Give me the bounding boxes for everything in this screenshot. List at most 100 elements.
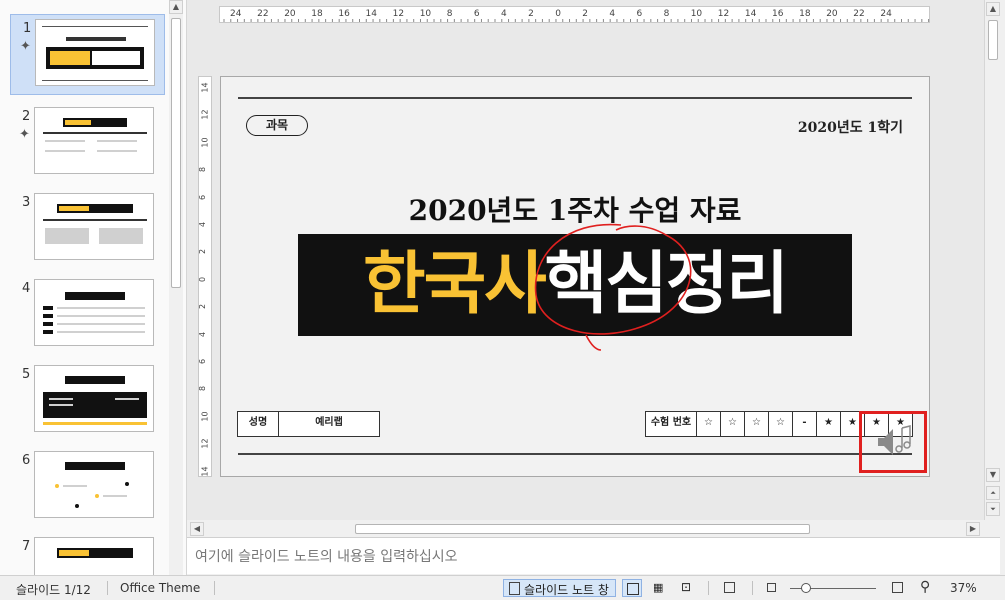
normal-view-button[interactable]: [622, 579, 642, 597]
ruler-label: 6: [473, 9, 480, 19]
ruler-label: 0: [555, 9, 561, 19]
status-bar: 슬라이드 1/12 Office Theme 슬라이드 노트 창 ▦ ⊡ ⚲ 3…: [0, 575, 1005, 600]
ruler-label: 12: [200, 109, 210, 120]
thumbnail-scrollbar[interactable]: ▲: [169, 0, 183, 575]
slide-canvas[interactable]: 과목 2020년도 1학기 2020년도 1주차 수업 자료 한국사핵심정리 성…: [220, 76, 930, 477]
editor-horizontal-scrollbar[interactable]: ◀ ▶: [190, 522, 980, 536]
thumbnail-item-5[interactable]: 5: [0, 361, 168, 441]
name-value: 예리랩: [315, 417, 343, 428]
slide-thumbnail-6: [34, 451, 154, 518]
animation-star-icon: ✦: [19, 127, 30, 142]
exam-digit: -: [792, 412, 816, 436]
thumbnail-number: 7: [22, 539, 31, 554]
speaker-music-icon[interactable]: [862, 414, 924, 470]
ruler-label: 10: [200, 411, 210, 422]
scrollbar-thumb[interactable]: [355, 524, 810, 534]
slide-headline[interactable]: 2020년도 1주차 수업 자료: [221, 189, 929, 229]
next-slide-icon[interactable]: ⏷: [986, 502, 1000, 516]
ruler-label: 10: [200, 137, 210, 148]
banner-yellow-text: 한국사: [363, 245, 547, 324]
exam-digit: ☆: [696, 412, 720, 436]
notes-icon: [509, 582, 520, 595]
exam-number-label: 수험 번호: [650, 417, 692, 428]
slide-thumbnail-panel: 1 ✦ 2 ✦ 3 4 5 6 7 ▲: [0, 0, 187, 575]
thumbnail-number: 1: [23, 21, 32, 36]
scroll-down-icon[interactable]: ▼: [986, 468, 1000, 482]
bottom-rule: [238, 453, 912, 455]
ruler-label: 2: [528, 9, 534, 19]
theme-name: Office Theme: [120, 581, 201, 595]
normal-view-icon: [627, 583, 639, 595]
ruler-label: 0: [198, 276, 208, 282]
ruler-label: 20: [826, 9, 838, 19]
slide-thumbnail-5: [34, 365, 154, 432]
status-separator: [708, 581, 709, 595]
projector-icon: ⊡: [681, 580, 692, 594]
previous-slide-icon[interactable]: ⏶: [986, 486, 1000, 500]
ruler-label: 18: [799, 9, 811, 19]
scrollbar-thumb[interactable]: [988, 20, 998, 60]
vertical-ruler: 14 12 10 8 6 4 2 0 2 4 6 8 10 12 14: [198, 76, 212, 477]
fit-window-button[interactable]: [720, 579, 738, 597]
slide-thumbnail-4: [34, 279, 154, 346]
scroll-left-icon[interactable]: ◀: [190, 522, 204, 536]
zoom-slider-handle[interactable]: [801, 583, 811, 593]
ruler-label: 14: [200, 466, 210, 477]
notes-placeholder[interactable]: 여기에 슬라이드 노트의 내용을 입력하십시오: [195, 546, 458, 566]
ruler-label: 10: [419, 9, 432, 19]
thumbnail-item-4[interactable]: 4: [0, 275, 168, 355]
scroll-up-icon[interactable]: ▲: [986, 2, 1000, 16]
ruler-label: 16: [338, 9, 350, 19]
zoom-level[interactable]: 37%: [950, 581, 977, 595]
scroll-up-icon[interactable]: ▲: [169, 0, 183, 14]
thumbnail-number: 5: [22, 367, 31, 382]
horizontal-ruler: 24 22 20 18 16 14 12 10 8 6 4 2 0 2 4 6 8 10 12 14 16 18 20 22 2…: [219, 6, 930, 23]
thumbnail-number: 3: [22, 195, 31, 210]
top-rule: [238, 97, 912, 99]
ruler-label: 8: [198, 167, 208, 173]
ruler-label: 4: [198, 331, 208, 337]
grid-icon: ▦: [653, 581, 664, 594]
ruler-label: 8: [446, 9, 453, 19]
ruler-label: 2: [198, 249, 208, 255]
zoom-in-button[interactable]: [890, 579, 906, 597]
thumbnail-item-7[interactable]: 7: [0, 533, 168, 575]
zoom-out-button[interactable]: [764, 579, 778, 597]
exam-digit: ☆: [720, 412, 744, 436]
slide-thumbnail-2: [34, 107, 154, 174]
slide-notes-pane[interactable]: 여기에 슬라이드 노트의 내용을 입력하십시오: [187, 537, 1000, 574]
exam-digit: ★: [816, 412, 840, 436]
thumbnail-item-3[interactable]: 3: [0, 189, 168, 269]
audio-highlight-box[interactable]: [859, 411, 927, 473]
slide-sorter-button[interactable]: ▦: [650, 579, 668, 597]
ruler-label: 12: [717, 9, 730, 19]
editor-vertical-scrollbar[interactable]: ▲ ▼ ⏶ ⏷: [984, 0, 1001, 520]
magnifier-icon[interactable]: ⚲: [920, 579, 930, 595]
zoom-in-icon: [892, 582, 903, 593]
thumbnail-number: 6: [22, 453, 31, 468]
ruler-label: 10: [690, 9, 703, 19]
animation-star-icon: ✦: [20, 39, 31, 54]
ruler-label: 4: [609, 9, 616, 19]
notes-pane-toggle-button[interactable]: 슬라이드 노트 창: [503, 579, 616, 597]
scrollbar-thumb[interactable]: [171, 18, 181, 288]
ruler-label: 20: [284, 9, 296, 19]
zoom-out-icon: [767, 583, 776, 592]
thumbnail-item-2[interactable]: 2 ✦: [0, 103, 168, 183]
thumbnail-item-1[interactable]: 1 ✦: [10, 14, 165, 95]
ruler-label: 6: [198, 194, 208, 200]
semester-label: 2020년도 1학기: [797, 120, 903, 136]
name-label: 성명: [238, 412, 279, 436]
ruler-ticks: [223, 19, 930, 22]
thumbnail-item-6[interactable]: 6: [0, 447, 168, 527]
slide-thumbnail-1: [35, 19, 155, 86]
thumbnail-number: 4: [22, 281, 31, 296]
slide-indicator: 슬라이드 1/12: [16, 583, 91, 597]
title-banner[interactable]: 한국사핵심정리: [298, 234, 852, 336]
ruler-label: 6: [636, 9, 643, 19]
scroll-right-icon[interactable]: ▶: [966, 522, 980, 536]
ruler-label: 4: [501, 9, 507, 19]
notes-button-label: 슬라이드 노트 창: [524, 583, 609, 597]
presentation-view-button[interactable]: ⊡: [678, 579, 696, 597]
ruler-label: 22: [853, 9, 865, 19]
